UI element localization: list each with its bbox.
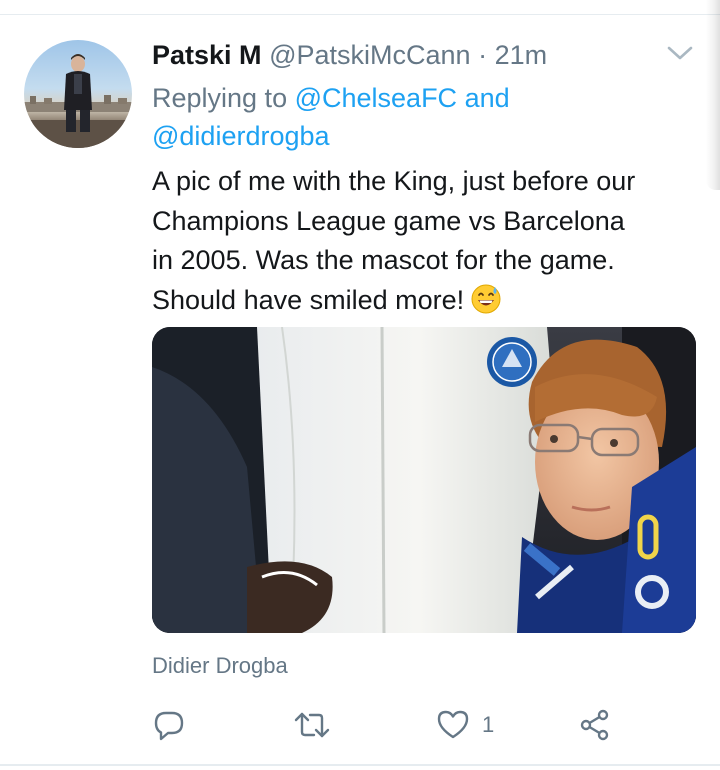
replying-to-prefix: Replying to — [152, 83, 295, 113]
reply-button[interactable] — [152, 705, 186, 745]
edge-shadow — [706, 0, 720, 190]
tagged-user[interactable]: Didier Drogba — [152, 652, 288, 680]
top-divider — [0, 14, 720, 15]
tweet-text: A pic of me with the King, just before o… — [152, 162, 697, 320]
grinning-face-with-sweat-icon — [470, 283, 502, 315]
header-separator: · — [478, 40, 495, 70]
like-button[interactable]: 1 — [436, 705, 494, 745]
share-icon — [578, 708, 612, 742]
tweet-text-line: Should have smiled more! — [152, 281, 697, 321]
tweet-photo[interactable] — [152, 327, 696, 633]
chevron-down-icon[interactable] — [664, 42, 696, 64]
mention-chelseafc[interactable]: @ChelseaFC — [295, 83, 457, 113]
avatar[interactable] — [24, 40, 132, 148]
tweet-text-line: in 2005. Was the mascot for the game. — [152, 245, 615, 275]
user-handle[interactable]: @PatskiMcCann — [269, 40, 470, 70]
timestamp[interactable]: 21m — [495, 40, 548, 70]
tweet-text-line: Champions League game vs Barcelona — [152, 205, 625, 236]
share-button[interactable] — [578, 705, 612, 745]
mention-didierdrogba[interactable]: @didierdrogba — [152, 121, 330, 151]
bottom-divider — [0, 764, 720, 766]
heart-icon — [436, 708, 470, 742]
replying-to: Replying to @ChelseaFC and @didierdrogba — [152, 79, 672, 155]
display-name[interactable]: Patski M — [152, 40, 262, 70]
action-bar: 1 — [152, 705, 622, 745]
like-count: 1 — [482, 712, 495, 737]
tweet-text-line-last: Should have smiled more! — [152, 284, 465, 315]
retweet-icon — [292, 708, 332, 742]
tweet-screen: Patski M @PatskiMcCann · 21m Replying to… — [0, 0, 720, 770]
mention-joiner: and — [457, 83, 510, 113]
reply-icon — [152, 708, 186, 742]
tweet-header: Patski M @PatskiMcCann · 21m — [152, 38, 547, 72]
retweet-button[interactable] — [292, 705, 332, 745]
tweet-text-line: A pic of me with the King, just before o… — [152, 166, 636, 196]
